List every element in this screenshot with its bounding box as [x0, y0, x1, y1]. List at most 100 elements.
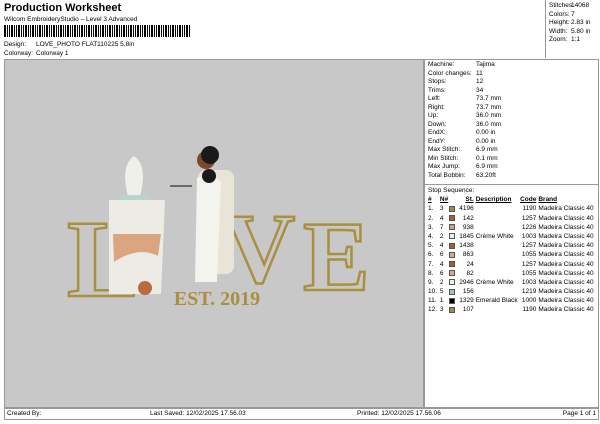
- stitch-count: 156: [462, 288, 474, 296]
- barcode-bar: [4, 25, 6, 37]
- info-label: Color changes:: [428, 69, 472, 77]
- info-row: Stitches: 14068: [549, 2, 600, 11]
- barcode-bar: [116, 25, 118, 37]
- info-label: Stitches:: [549, 2, 574, 9]
- info-value: 1:1: [571, 36, 581, 43]
- barcode-bar: [147, 25, 148, 37]
- thread-code: 1003: [521, 232, 537, 240]
- artwork-letter-e: E: [303, 201, 370, 312]
- barcode-bar: [84, 25, 85, 37]
- barcode-bar: [74, 25, 76, 37]
- barcode-bar: [39, 25, 41, 37]
- info-row: Color changes: 11: [428, 70, 598, 79]
- barcode-bar: [65, 25, 66, 37]
- info-value: 5.80 in: [571, 27, 591, 35]
- barcode-bar: [149, 25, 150, 37]
- design-preview: L V E EST. 2019: [4, 59, 424, 408]
- info-value: 73.7 mm: [476, 95, 502, 102]
- barcode-bar: [135, 25, 136, 37]
- barcode-bar: [154, 25, 155, 37]
- thread-description: Emerald Black: [475, 297, 518, 305]
- thread-brand: Madeira Classic 40: [538, 251, 594, 259]
- stop-number: 5.: [428, 242, 434, 250]
- thread-brand: Madeira Classic 40: [538, 306, 594, 314]
- stop-sequence: Stop Sequence: # N# St. Description Code…: [425, 185, 598, 315]
- color-swatch: [448, 297, 455, 304]
- colorway-value: Colorway 1: [36, 50, 69, 57]
- barcode-bar: [16, 25, 17, 37]
- barcode-bar: [56, 25, 57, 37]
- needle-number: 3: [439, 205, 444, 213]
- couple-illustration: [170, 146, 234, 282]
- barcode-bar: [182, 25, 183, 37]
- last-saved: Last Saved: 12/02/2025 17.56.03: [150, 410, 246, 417]
- barcode-bar: [53, 25, 55, 37]
- barcode-bar: [175, 25, 176, 37]
- thread-brand: Madeira Classic 40: [538, 260, 594, 268]
- barcode-bar: [35, 25, 36, 37]
- barcode-bar: [133, 25, 134, 37]
- barcode-bar: [30, 25, 31, 37]
- printed-date: Printed: 12/02/2025 17.56.06: [357, 410, 441, 417]
- barcode-bar: [7, 25, 8, 37]
- info-value: 11: [476, 69, 483, 77]
- barcode-bar: [100, 25, 101, 37]
- barcode-bar: [72, 25, 73, 37]
- barcode-bar: [177, 25, 178, 37]
- colorway-label: Colorway:: [4, 50, 33, 57]
- thread-description: [476, 223, 519, 232]
- needle-number: 3: [439, 306, 444, 314]
- stitch-count: 107: [462, 306, 474, 314]
- needle-number: 5: [439, 288, 444, 296]
- thread-description: [476, 241, 519, 250]
- info-row: Zoom: 1:1: [549, 36, 600, 45]
- info-row: Max Stitch: 6.9 mm: [428, 146, 598, 155]
- barcode-bar: [23, 25, 24, 37]
- thread-code: 1257: [521, 242, 537, 250]
- info-value: 0.00 in: [476, 137, 496, 145]
- stop-row: 12. 3 107 1190 Madeira Classic 40: [428, 305, 598, 314]
- needle-number: 6: [439, 269, 444, 277]
- stop-number: 3.: [428, 223, 434, 231]
- stop-row: 10. 5 156 1219 Madeira Classic 40: [428, 287, 598, 296]
- page-title: Production Worksheet: [4, 2, 122, 14]
- thread-brand: Madeira Classic 40: [538, 278, 594, 286]
- barcode-bar: [144, 25, 146, 37]
- thread-code: 1219: [521, 288, 537, 296]
- barcode-bar: [32, 25, 34, 37]
- info-value: 0.00 in: [476, 129, 496, 136]
- artwork-tagline: EST. 2019: [174, 288, 260, 310]
- stop-sequence-title: Stop Sequence:: [428, 187, 475, 194]
- barcode-bar: [63, 25, 64, 37]
- needle-number: 7: [439, 223, 444, 231]
- barcode-bar: [121, 25, 122, 37]
- thread-code: 1226: [521, 223, 537, 231]
- stitch-count: 24: [466, 260, 474, 268]
- barcode-bar: [46, 25, 48, 37]
- stop-number: 4.: [428, 232, 434, 240]
- barcode: [4, 25, 209, 37]
- thread-code: 1000: [521, 297, 537, 305]
- needle-number: 1: [439, 297, 444, 305]
- info-label: Trims:: [428, 86, 446, 94]
- info-label: Height:: [549, 19, 570, 26]
- barcode-bar: [186, 25, 188, 37]
- barcode-bar: [98, 25, 99, 37]
- barcode-bar: [9, 25, 10, 37]
- barcode-bar: [119, 25, 120, 37]
- stop-number: 10.: [428, 288, 438, 296]
- barcode-bar: [168, 25, 169, 37]
- barcode-bar: [28, 25, 29, 37]
- col-code: Code: [520, 196, 537, 204]
- info-value: Tajima: [476, 61, 495, 68]
- barcode-bar: [14, 25, 15, 37]
- barcode-bar: [95, 25, 97, 37]
- barcode-bar: [42, 25, 43, 37]
- design-label: Design:: [4, 41, 27, 48]
- thread-brand: Madeira Classic 40: [538, 232, 594, 240]
- barcode-bar: [156, 25, 157, 37]
- info-label: Right:: [428, 103, 445, 111]
- thread-brand: Madeira Classic 40: [538, 242, 594, 250]
- thread-brand: Madeira Classic 40: [538, 223, 594, 231]
- info-row: EndX: 0.00 in: [428, 129, 598, 138]
